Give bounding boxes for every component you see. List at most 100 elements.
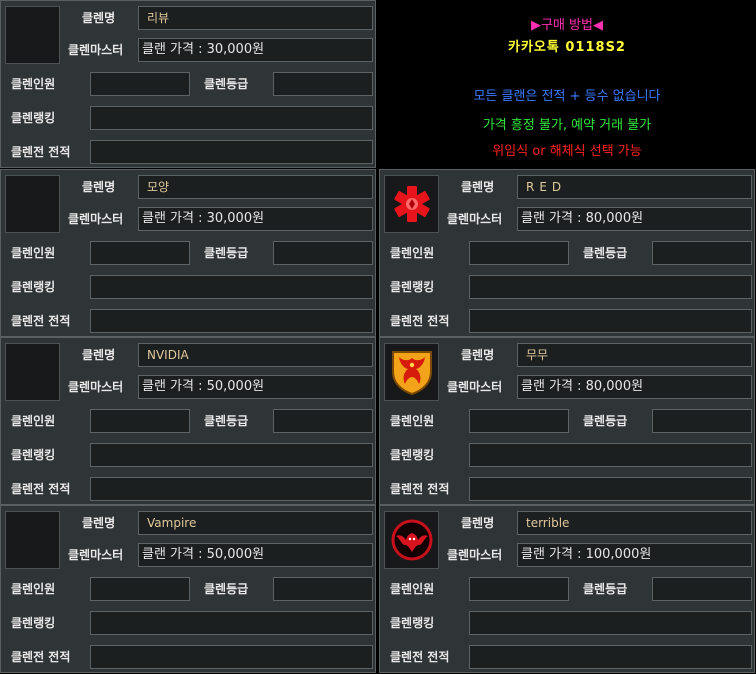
- clan-war-record-field: [90, 645, 373, 669]
- clan-ranking-label: 클렌랭킹: [11, 111, 56, 125]
- notice-line-3: 위임식 or 해체식 선택 가능: [492, 144, 642, 159]
- clan-grade-field: [652, 577, 752, 601]
- clan-grade-field: [652, 409, 752, 433]
- clan-card: 클렌명 모양 클렌마스터 클랜 가격 : 30,000원 클렌인원 클렌등급 클…: [0, 169, 376, 337]
- clan-ranking-label: 클렌랭킹: [11, 616, 56, 630]
- clan-ranking-field: [469, 275, 752, 299]
- clan-master-label: 클렌마스터: [68, 548, 124, 562]
- clan-members-label: 클렌인원: [11, 582, 56, 596]
- clan-grade-label: 클렌등급: [204, 414, 249, 428]
- clan-members-field: [469, 409, 569, 433]
- clan-members-label: 클렌인원: [11, 77, 56, 91]
- clan-name-label: 클렌명: [461, 180, 495, 194]
- clan-ranking-label: 클렌랭킹: [390, 616, 435, 630]
- clan-master-field: 클랜 가격 : 80,000원: [517, 207, 752, 231]
- clan-master-label: 클렌마스터: [68, 380, 124, 394]
- clan-war-record-label: 클렌전 전적: [11, 650, 71, 664]
- clan-name-field: RED: [517, 175, 752, 199]
- clan-members-label: 클렌인원: [390, 414, 435, 428]
- clan-members-field: [469, 577, 569, 601]
- clan-members-label: 클렌인원: [11, 414, 56, 428]
- clan-name-field: 모양: [138, 175, 373, 199]
- clan-members-label: 클렌인원: [390, 582, 435, 596]
- clan-grade-field: [273, 72, 373, 96]
- contact-text: 카카오톡 0118S2: [508, 40, 626, 55]
- clan-ranking-field: [90, 275, 373, 299]
- clan-card: 클렌명 NVIDIA 클렌마스터 클랜 가격 : 50,000원 클렌인원 클렌…: [0, 337, 376, 505]
- clan-emblem-empty: [5, 343, 60, 401]
- clan-name-label: 클렌명: [461, 516, 495, 530]
- clan-card: 클렌명 Vampire 클렌마스터 클랜 가격 : 50,000원 클렌인원 클…: [0, 505, 376, 673]
- clan-master-label: 클렌마스터: [447, 548, 503, 562]
- clan-members-label: 클렌인원: [11, 246, 56, 260]
- clan-name-field: 무무: [517, 343, 752, 367]
- clan-members-field: [90, 409, 190, 433]
- clan-card: 클렌명 무무 클렌마스터 클랜 가격 : 80,000원 클렌인원 클렌등급 클…: [379, 337, 755, 505]
- clan-members-field: [90, 241, 190, 265]
- clan-ranking-label: 클렌랭킹: [11, 448, 56, 462]
- clan-emblem-empty: [5, 6, 60, 64]
- clan-war-record-label: 클렌전 전적: [390, 314, 450, 328]
- left-triangle-icon: ◀: [592, 18, 603, 33]
- clan-emblem-empty: [5, 511, 60, 569]
- clan-war-record-label: 클렌전 전적: [390, 650, 450, 664]
- clan-grade-field: [652, 241, 752, 265]
- clan-master-field: 클랜 가격 : 30,000원: [138, 207, 373, 231]
- clan-master-field: 클랜 가격 : 30,000원: [138, 38, 373, 62]
- clan-members-field: [90, 577, 190, 601]
- clan-grade-label: 클렌등급: [583, 246, 628, 260]
- clan-ranking-field: [469, 443, 752, 467]
- clan-grade-label: 클렌등급: [583, 582, 628, 596]
- clan-war-record-field: [90, 477, 373, 501]
- clan-grade-field: [273, 577, 373, 601]
- clan-war-record-label: 클렌전 전적: [390, 482, 450, 496]
- clan-master-label: 클렌마스터: [447, 380, 503, 394]
- clan-ranking-field: [90, 443, 373, 467]
- clan-grade-label: 클렌등급: [204, 77, 249, 91]
- clan-name-field: Vampire: [138, 511, 373, 535]
- purchase-info-panel: ▶구매 방법◀ 카카오톡 0118S2 모든 클랜은 전적 + 등수 없습니다 …: [378, 0, 756, 168]
- clan-name-label: 클렌명: [461, 348, 495, 362]
- clan-name-label: 클렌명: [82, 348, 116, 362]
- clan-war-record-field: [90, 140, 373, 164]
- red-medical-cross-icon: [384, 175, 439, 233]
- clan-grade-label: 클렌등급: [583, 414, 628, 428]
- clan-master-label: 클렌마스터: [447, 212, 503, 226]
- clan-war-record-field: [469, 477, 752, 501]
- clan-master-label: 클렌마스터: [68, 212, 124, 226]
- clan-war-record-field: [469, 645, 752, 669]
- purchase-method-title: ▶구매 방법◀: [378, 14, 756, 33]
- clan-ranking-label: 클렌랭킹: [390, 448, 435, 462]
- clan-ranking-label: 클렌랭킹: [390, 280, 435, 294]
- clan-name-field: 리뷰: [138, 6, 373, 30]
- clan-name-field: terrible: [517, 511, 752, 535]
- clan-grade-label: 클렌등급: [204, 582, 249, 596]
- clan-war-record-field: [90, 309, 373, 333]
- notice-line-2: 가격 흥정 불가, 예약 거래 불가: [482, 118, 652, 133]
- clan-name-label: 클렌명: [82, 180, 116, 194]
- clan-master-field: 클랜 가격 : 50,000원: [138, 375, 373, 399]
- clan-master-field: 클랜 가격 : 50,000원: [138, 543, 373, 567]
- clan-card: 클렌명 RED 클렌마스터 클랜 가격 : 80,000원 클렌인원 클렌등급 …: [379, 169, 755, 337]
- clan-name-label: 클렌명: [82, 516, 116, 530]
- clan-war-record-label: 클렌전 전적: [11, 482, 71, 496]
- clan-ranking-field: [90, 106, 373, 130]
- clan-grade-label: 클렌등급: [204, 246, 249, 260]
- clan-grade-field: [273, 241, 373, 265]
- clan-master-field: 클랜 가격 : 80,000원: [517, 375, 752, 399]
- clan-ranking-field: [469, 611, 752, 635]
- clan-card: 클렌명 리뷰 클렌마스터 클랜 가격 : 30,000원 클렌인원 클렌등급 클…: [0, 0, 376, 168]
- clan-ranking-field: [90, 611, 373, 635]
- clan-war-record-label: 클렌전 전적: [11, 145, 71, 159]
- clan-grade-field: [273, 409, 373, 433]
- clan-emblem-empty: [5, 175, 60, 233]
- red-bat-circle-icon: [384, 511, 439, 569]
- notice-line-1: 모든 클랜은 전적 + 등수 없습니다: [473, 89, 661, 104]
- purchase-method-text: 구매 방법: [541, 18, 593, 33]
- clan-members-label: 클렌인원: [390, 246, 435, 260]
- clan-members-field: [90, 72, 190, 96]
- clan-card: 클렌명 terrible 클렌마스터 클랜 가격 : 100,000원 클렌인원…: [379, 505, 755, 673]
- clan-name-field: NVIDIA: [138, 343, 373, 367]
- clan-war-record-label: 클렌전 전적: [11, 314, 71, 328]
- right-triangle-icon: ▶: [531, 18, 541, 33]
